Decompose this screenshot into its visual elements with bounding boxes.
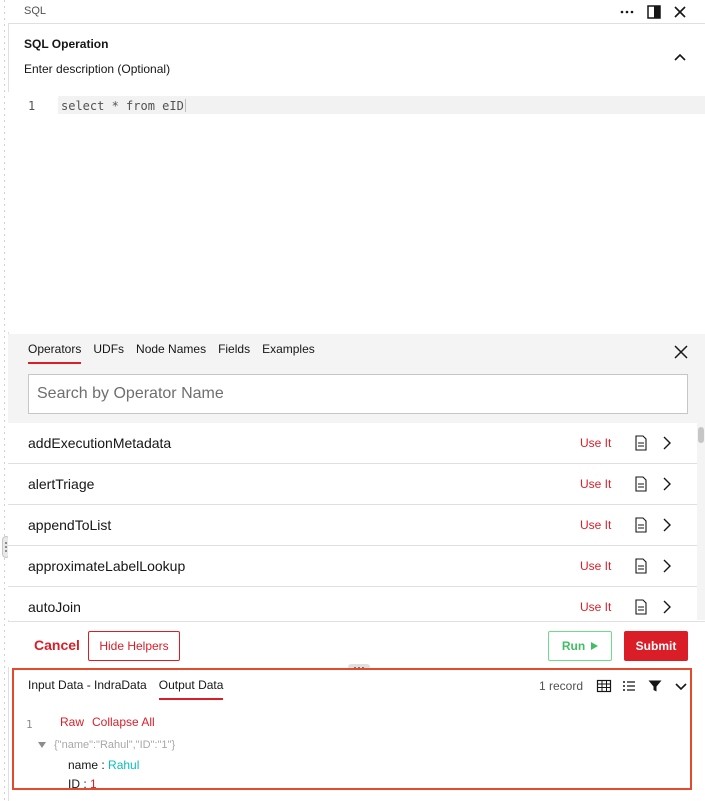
use-it-link[interactable]: Use It xyxy=(580,518,611,532)
json-summary: {"name":"Rahul","ID":"1"} xyxy=(54,739,176,751)
operator-name: addExecutionMetadata xyxy=(28,435,172,451)
tab-input-data[interactable]: Input Data - IndraData xyxy=(28,678,147,700)
helpers-tabs: Operators UDFs Node Names Fields Example… xyxy=(28,342,315,364)
chevron-right-icon[interactable] xyxy=(660,435,674,451)
close-icon[interactable] xyxy=(671,3,689,21)
editor-line-number: 1 xyxy=(28,99,36,113)
output-panel: Input Data - IndraData Output Data 1 rec… xyxy=(12,668,692,790)
output-line-number: 1 xyxy=(26,718,33,731)
operator-name: appendToList xyxy=(28,517,112,533)
more-options-icon[interactable] xyxy=(618,3,636,21)
editor-code-line[interactable]: select * from eID xyxy=(61,99,186,113)
operation-title: SQL Operation xyxy=(24,37,109,51)
tree-expand-caret-icon[interactable] xyxy=(38,742,46,748)
list-item[interactable]: autoJoin Use It xyxy=(8,587,697,620)
play-icon xyxy=(591,642,599,650)
cancel-button[interactable]: Cancel xyxy=(34,637,80,653)
chevron-up-icon[interactable] xyxy=(671,48,689,66)
chevron-down-icon[interactable] xyxy=(673,678,689,694)
window-title: SQL xyxy=(24,5,47,17)
json-value: 1 xyxy=(90,777,97,790)
use-it-link[interactable]: Use It xyxy=(580,436,611,450)
json-key: ID xyxy=(68,777,80,790)
raw-link[interactable]: Raw xyxy=(60,715,84,729)
document-icon[interactable] xyxy=(634,435,648,451)
list-item[interactable]: approximateLabelLookup Use It xyxy=(8,546,697,587)
use-it-link[interactable]: Use It xyxy=(580,600,611,614)
operator-search-input[interactable] xyxy=(28,374,688,414)
record-count: 1 record xyxy=(539,679,584,693)
operator-name: autoJoin xyxy=(28,599,81,615)
tab-examples[interactable]: Examples xyxy=(262,342,315,364)
chevron-right-icon[interactable] xyxy=(660,517,674,533)
json-value: Rahul xyxy=(108,758,140,772)
use-it-link[interactable]: Use It xyxy=(580,477,611,491)
filter-icon[interactable] xyxy=(647,678,663,694)
document-icon[interactable] xyxy=(634,599,648,615)
json-key: name xyxy=(68,758,99,772)
json-field-row: ID : 1 xyxy=(68,777,97,790)
document-icon[interactable] xyxy=(634,476,648,492)
hide-helpers-button[interactable]: Hide Helpers xyxy=(88,631,180,661)
description-field[interactable]: Enter description (Optional) xyxy=(24,62,170,76)
left-gutter xyxy=(0,0,8,801)
list-view-icon[interactable] xyxy=(621,678,637,694)
use-it-link[interactable]: Use It xyxy=(580,559,611,573)
collapse-all-link[interactable]: Collapse All xyxy=(92,715,155,729)
tab-operators[interactable]: Operators xyxy=(28,342,82,364)
operator-list-scrollbar[interactable] xyxy=(697,423,705,620)
chevron-right-icon[interactable] xyxy=(660,476,674,492)
output-tabs: Input Data - IndraData Output Data xyxy=(28,678,224,700)
chevron-right-icon[interactable] xyxy=(660,558,674,574)
table-view-icon[interactable] xyxy=(596,678,612,694)
tab-output-data[interactable]: Output Data xyxy=(158,678,224,700)
sql-editor[interactable]: 1 select * from eID xyxy=(8,92,705,332)
list-item[interactable]: appendToList Use It xyxy=(8,505,697,546)
action-bar: Cancel Hide Helpers Run Submit xyxy=(8,621,705,667)
close-helpers-icon[interactable] xyxy=(672,343,690,361)
helpers-panel: Operators UDFs Node Names Fields Example… xyxy=(8,334,705,620)
chevron-right-icon[interactable] xyxy=(660,599,674,615)
json-field-row: name : Rahul xyxy=(68,758,140,772)
operator-name: alertTriage xyxy=(28,476,95,492)
run-label: Run xyxy=(561,639,586,653)
tab-udfs[interactable]: UDFs xyxy=(93,342,124,364)
scrollbar-thumb[interactable] xyxy=(698,427,704,443)
document-icon[interactable] xyxy=(634,558,648,574)
operator-name: approximateLabelLookup xyxy=(28,558,186,574)
document-icon[interactable] xyxy=(634,517,648,533)
tab-fields[interactable]: Fields xyxy=(218,342,250,364)
tab-node-names[interactable]: Node Names xyxy=(136,342,206,364)
operator-list: addExecutionMetadata Use It alertTriage … xyxy=(8,423,697,620)
list-item[interactable]: addExecutionMetadata Use It xyxy=(8,423,697,464)
list-item[interactable]: alertTriage Use It xyxy=(8,464,697,505)
split-panel-icon[interactable] xyxy=(645,3,663,21)
submit-button[interactable]: Submit xyxy=(624,631,688,661)
window-titlebar: SQL xyxy=(8,0,705,24)
run-button[interactable]: Run xyxy=(548,631,612,661)
